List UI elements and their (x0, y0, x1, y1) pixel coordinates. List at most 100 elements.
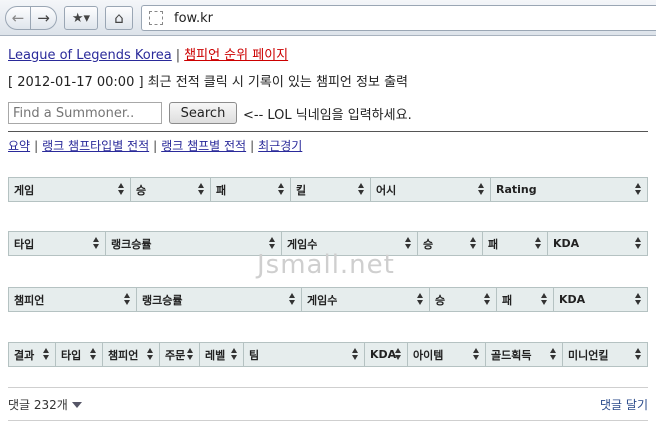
sort-icon (484, 293, 491, 305)
tab-rank-by-champion[interactable]: 랭크 챔프별 전적 (161, 139, 246, 153)
column-label: 패 (488, 237, 499, 251)
sort-icon (417, 293, 424, 305)
summary-column-header[interactable]: 승 (131, 178, 211, 201)
recent-column-header[interactable]: 팀 (244, 343, 365, 366)
write-comment-link[interactable]: 댓글 달기 (600, 396, 648, 413)
champion-column-header[interactable]: 게임수 (302, 288, 430, 311)
recent-column-header[interactable]: 주문 (160, 343, 200, 366)
recent-column-header[interactable]: 레벨 (200, 343, 244, 366)
champion-column-header[interactable]: KDA (554, 288, 647, 311)
recent-column-header[interactable]: KDA (365, 343, 408, 366)
sort-icon (635, 183, 642, 195)
column-label: 승 (136, 183, 147, 197)
column-label: 타입 (61, 348, 82, 362)
type-column-header[interactable]: 타입 (9, 232, 106, 255)
home-button[interactable]: ⌂ (105, 6, 133, 30)
comments-toggle[interactable]: 댓글 232개 (8, 396, 82, 413)
tab-recent-games[interactable]: 최근경기 (258, 139, 302, 153)
summary-column-header[interactable]: 킬 (291, 178, 371, 201)
address-bar[interactable]: fow.kr (141, 5, 656, 31)
recent-column-header[interactable]: 아이템 (408, 343, 486, 366)
summary-column-header[interactable]: Rating (491, 178, 647, 201)
column-label: 팀 (249, 348, 260, 362)
summoner-search-input[interactable] (8, 102, 162, 124)
champion-column-header[interactable]: 챔피언 (9, 288, 137, 311)
summary-column-header[interactable]: 어시 (371, 178, 491, 201)
column-label: 패 (216, 183, 227, 197)
champion-column-header[interactable]: 랭크승률 (137, 288, 302, 311)
champion-column-header[interactable]: 패 (497, 288, 554, 311)
column-label: 아이템 (413, 348, 444, 362)
sort-icon (147, 348, 154, 360)
sort-icon (473, 348, 480, 360)
sort-icon (358, 183, 365, 195)
column-label: 골드획득 (491, 348, 532, 362)
summary-column-header[interactable]: 게임 (9, 178, 131, 201)
column-label: 주문 (165, 348, 186, 362)
divider (8, 387, 648, 388)
bookmarks-button[interactable]: ★▾ (64, 6, 98, 30)
type-column-header[interactable]: KDA (548, 232, 647, 255)
caret-down-icon (71, 401, 82, 408)
back-button[interactable]: ← (5, 6, 31, 30)
recent-games-table-header: 결과 타입 챔피언 주문 레벨 팀 KDA 아이템 골드획득 미니언킬 (8, 342, 648, 367)
type-column-header[interactable]: 랭크승률 (106, 232, 282, 255)
tab-summary[interactable]: 요약 (8, 139, 30, 153)
update-notice: [ 2012-01-17 00:00 ] 최근 전적 클릭 시 기록이 있는 챔… (8, 75, 408, 90)
column-label: 챔피언 (108, 348, 139, 362)
recent-column-header[interactable]: 결과 (9, 343, 56, 366)
sort-icon (289, 293, 296, 305)
champion-ranking-link[interactable]: 챔피언 순위 페이지 (184, 48, 288, 63)
search-button[interactable]: Search (169, 102, 237, 124)
forward-button[interactable]: → (31, 6, 57, 30)
type-column-header[interactable]: 패 (483, 232, 548, 255)
column-label: 승 (435, 293, 446, 307)
recent-column-header[interactable]: 미니언킬 (563, 343, 647, 366)
column-label: 패 (502, 293, 513, 307)
column-label: 레벨 (205, 348, 226, 362)
summoner-search: Search <-- LOL 닉네임을 입력하세요. (8, 101, 412, 125)
sort-icon (278, 183, 285, 195)
forward-arrow-icon: → (37, 9, 50, 27)
sort-icon (405, 237, 412, 249)
sort-icon (541, 293, 548, 305)
back-arrow-icon: ← (11, 9, 25, 27)
type-column-header[interactable]: 승 (418, 232, 483, 255)
column-label: 챔피언 (14, 293, 45, 307)
champion-table-header: 챔피언 랭크승률 게임수 승 패 KDA (8, 287, 648, 312)
sort-icon (187, 348, 194, 360)
summary-column-header[interactable]: 패 (211, 178, 291, 201)
page-favicon-icon (149, 11, 163, 25)
sort-icon (352, 348, 359, 360)
home-icon: ⌂ (114, 9, 124, 27)
sort-icon (635, 237, 642, 249)
column-label: 어시 (376, 183, 397, 197)
column-label: 게임 (14, 183, 35, 197)
column-label: 미니언킬 (568, 348, 609, 362)
column-label: 랭크승률 (111, 237, 152, 251)
sort-icon (269, 237, 276, 249)
sort-icon (395, 348, 402, 360)
sort-icon (470, 237, 477, 249)
sort-icon (635, 293, 642, 305)
url-text: fow.kr (174, 11, 213, 26)
sort-icon (231, 348, 238, 360)
column-label: 결과 (14, 348, 35, 362)
column-label: KDA (559, 293, 586, 306)
sort-icon (93, 237, 100, 249)
column-label: 타입 (14, 237, 35, 251)
stats-tabs: 요약 | 랭크 챔프타입별 전적 | 랭크 챔프별 전적 | 최근경기 (8, 139, 303, 153)
column-label: KDA (370, 348, 397, 361)
column-label: 킬 (296, 183, 307, 197)
sort-icon (198, 183, 205, 195)
watermark: Jsmall.net (257, 250, 395, 280)
recent-column-header[interactable]: 골드획득 (486, 343, 563, 366)
search-hint: <-- LOL 닉네임을 입력하세요. (243, 107, 412, 123)
recent-column-header[interactable]: 타입 (56, 343, 103, 366)
divider (8, 131, 648, 132)
sort-icon (90, 348, 97, 360)
recent-column-header[interactable]: 챔피언 (103, 343, 160, 366)
tab-rank-by-type[interactable]: 랭크 챔프타입별 전적 (42, 139, 149, 153)
site-home-link[interactable]: League of Legends Korea (8, 48, 172, 63)
champion-column-header[interactable]: 승 (430, 288, 497, 311)
